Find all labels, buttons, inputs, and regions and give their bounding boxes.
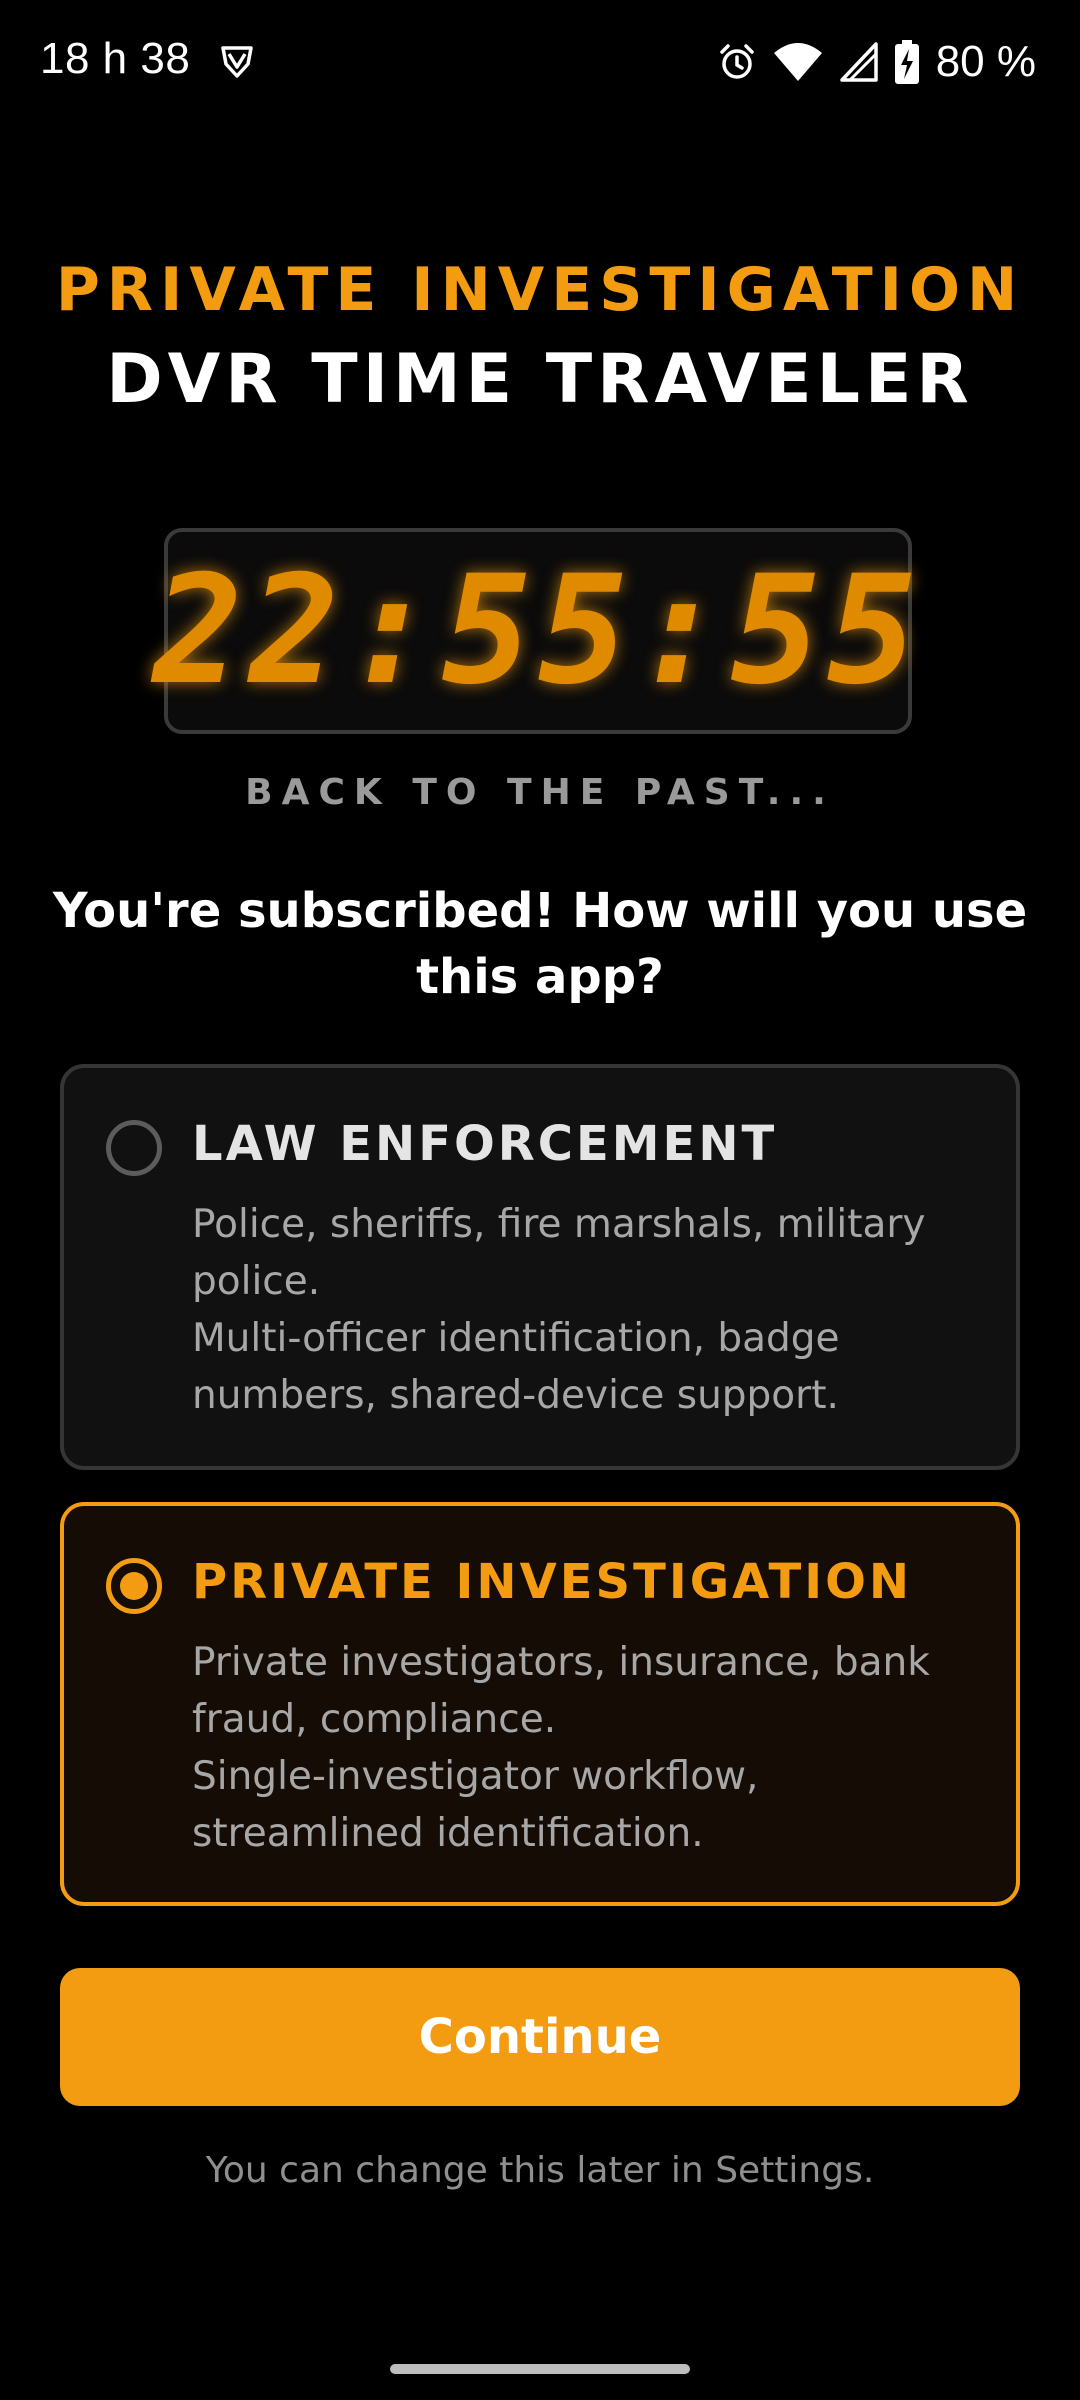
option-title: PRIVATE INVESTIGATION: [192, 1554, 913, 1610]
option-description-line: Single-investigator workflow, streamline…: [192, 1754, 759, 1856]
app-title: PRIVATE INVESTIGATION DVR TIME TRAVELER: [0, 248, 1080, 428]
usage-question: You're subscribed! How will you use this…: [52, 883, 1028, 1005]
continue-button[interactable]: Continue: [60, 1968, 1020, 2106]
status-icons: 80 %: [716, 30, 1036, 94]
status-time: 18 h 38: [40, 34, 191, 83]
option-law-enforcement[interactable]: LAW ENFORCEMENT Police, sheriffs, fire m…: [60, 1064, 1020, 1470]
digital-clock-display: 22:55:55: [153, 528, 917, 734]
title-dvr-time-traveler: DVR TIME TRAVELER: [106, 340, 974, 419]
option-description-line: Private investigators, insurance, bank f…: [192, 1640, 930, 1742]
option-title: LAW ENFORCEMENT: [192, 1116, 778, 1172]
home-gesture-bar[interactable]: [390, 2364, 690, 2374]
option-description-line: Multi-officer identification, badge numb…: [192, 1316, 840, 1418]
radio-selected-icon[interactable]: [106, 1558, 162, 1614]
option-description: Private investigators, insurance, bank f…: [192, 1634, 982, 1862]
clock-digits: 22:55:55: [152, 544, 924, 718]
cell-signal-icon: [839, 42, 878, 82]
radio-unselected-icon[interactable]: [106, 1120, 162, 1176]
vpn-shield-icon: [221, 46, 253, 78]
clock-tagline: BACK TO THE PAST...: [245, 772, 835, 813]
battery-charging-icon: [894, 40, 919, 84]
settings-note: You can change this later in Settings.: [205, 2150, 875, 2191]
title-private-investigation: PRIVATE INVESTIGATION: [55, 255, 1025, 325]
battery-percentage: 80 %: [935, 37, 1036, 86]
wifi-icon: [773, 43, 822, 81]
option-description-line: Police, sheriffs, fire marshals, militar…: [192, 1202, 926, 1304]
option-description: Police, sheriffs, fire marshals, militar…: [192, 1196, 982, 1424]
option-private-investigation[interactable]: PRIVATE INVESTIGATION Private investigat…: [60, 1502, 1020, 1906]
status-bar: 18 h 38 80 %: [0, 0, 1080, 124]
alarm-icon: [719, 44, 754, 79]
